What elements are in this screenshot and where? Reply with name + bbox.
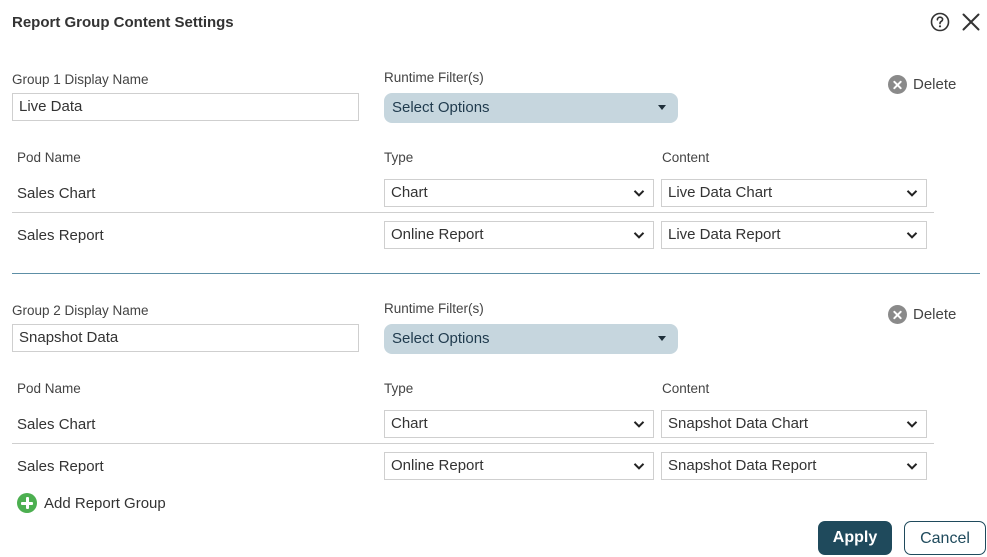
help-icon[interactable] bbox=[930, 12, 950, 32]
content-select-value: Snapshot Data Report bbox=[668, 457, 817, 474]
type-select-value: Chart bbox=[391, 415, 428, 432]
chevron-down-icon bbox=[633, 190, 645, 197]
caret-down-icon bbox=[658, 336, 666, 341]
runtime-filter-value: Select Options bbox=[392, 99, 490, 116]
add-report-group-button[interactable]: Add Report Group bbox=[17, 493, 166, 513]
group-display-name-value: Live Data bbox=[19, 98, 83, 115]
group-display-name-value: Snapshot Data bbox=[19, 329, 119, 346]
pod-name-cell: Sales Report bbox=[17, 458, 104, 475]
delete-circle-icon bbox=[888, 305, 907, 324]
type-select-value: Chart bbox=[391, 184, 428, 201]
chevron-down-icon bbox=[906, 232, 918, 239]
delete-label: Delete bbox=[913, 76, 957, 93]
runtime-filter-label: Runtime Filter(s) bbox=[384, 70, 484, 85]
pod-name-header: Pod Name bbox=[17, 150, 81, 165]
runtime-filter-select[interactable]: Select Options bbox=[384, 324, 678, 354]
plus-circle-icon bbox=[17, 493, 37, 513]
group-divider bbox=[12, 273, 980, 274]
close-icon[interactable] bbox=[961, 12, 981, 32]
runtime-filter-value: Select Options bbox=[392, 330, 490, 347]
content-select-value: Snapshot Data Chart bbox=[668, 415, 809, 432]
content-select[interactable]: Live Data Report bbox=[661, 221, 927, 249]
type-select[interactable]: Online Report bbox=[384, 452, 654, 480]
content-header: Content bbox=[662, 381, 710, 396]
content-select-value: Live Data Report bbox=[668, 226, 781, 243]
chevron-down-icon bbox=[633, 421, 645, 428]
type-select-value: Online Report bbox=[391, 226, 484, 243]
caret-down-icon bbox=[658, 105, 666, 110]
content-header: Content bbox=[662, 150, 710, 165]
content-select[interactable]: Snapshot Data Chart bbox=[661, 410, 927, 438]
chevron-down-icon bbox=[633, 463, 645, 470]
add-report-group-label: Add Report Group bbox=[44, 494, 166, 512]
type-select-value: Online Report bbox=[391, 457, 484, 474]
chevron-down-icon bbox=[633, 232, 645, 239]
pod-name-cell: Sales Report bbox=[17, 227, 104, 244]
cancel-button[interactable]: Cancel bbox=[904, 521, 986, 555]
runtime-filter-label: Runtime Filter(s) bbox=[384, 301, 484, 316]
group-display-name-label: Group 2 Display Name bbox=[12, 303, 149, 318]
delete-label: Delete bbox=[913, 306, 957, 323]
dialog-title: Report Group Content Settings bbox=[12, 14, 234, 31]
group-display-name-input[interactable]: Snapshot Data bbox=[12, 324, 359, 352]
type-select[interactable]: Chart bbox=[384, 179, 654, 207]
type-select[interactable]: Online Report bbox=[384, 221, 654, 249]
chevron-down-icon bbox=[906, 421, 918, 428]
delete-circle-icon bbox=[888, 75, 907, 94]
type-select[interactable]: Chart bbox=[384, 410, 654, 438]
delete-group-button[interactable]: Delete bbox=[888, 75, 956, 94]
group-display-name-label: Group 1 Display Name bbox=[12, 72, 149, 87]
apply-button[interactable]: Apply bbox=[818, 521, 892, 555]
pod-name-cell: Sales Chart bbox=[17, 416, 96, 433]
type-header: Type bbox=[384, 381, 414, 396]
content-select[interactable]: Live Data Chart bbox=[661, 179, 927, 207]
content-select-value: Live Data Chart bbox=[668, 184, 773, 201]
type-header: Type bbox=[384, 150, 414, 165]
pod-name-cell: Sales Chart bbox=[17, 185, 96, 202]
pod-name-header: Pod Name bbox=[17, 381, 81, 396]
chevron-down-icon bbox=[906, 190, 918, 197]
group-display-name-input[interactable]: Live Data bbox=[12, 93, 359, 121]
row-divider bbox=[12, 443, 934, 444]
chevron-down-icon bbox=[906, 463, 918, 470]
content-select[interactable]: Snapshot Data Report bbox=[661, 452, 927, 480]
row-divider bbox=[12, 212, 934, 213]
runtime-filter-select[interactable]: Select Options bbox=[384, 93, 678, 123]
delete-group-button[interactable]: Delete bbox=[888, 305, 956, 324]
